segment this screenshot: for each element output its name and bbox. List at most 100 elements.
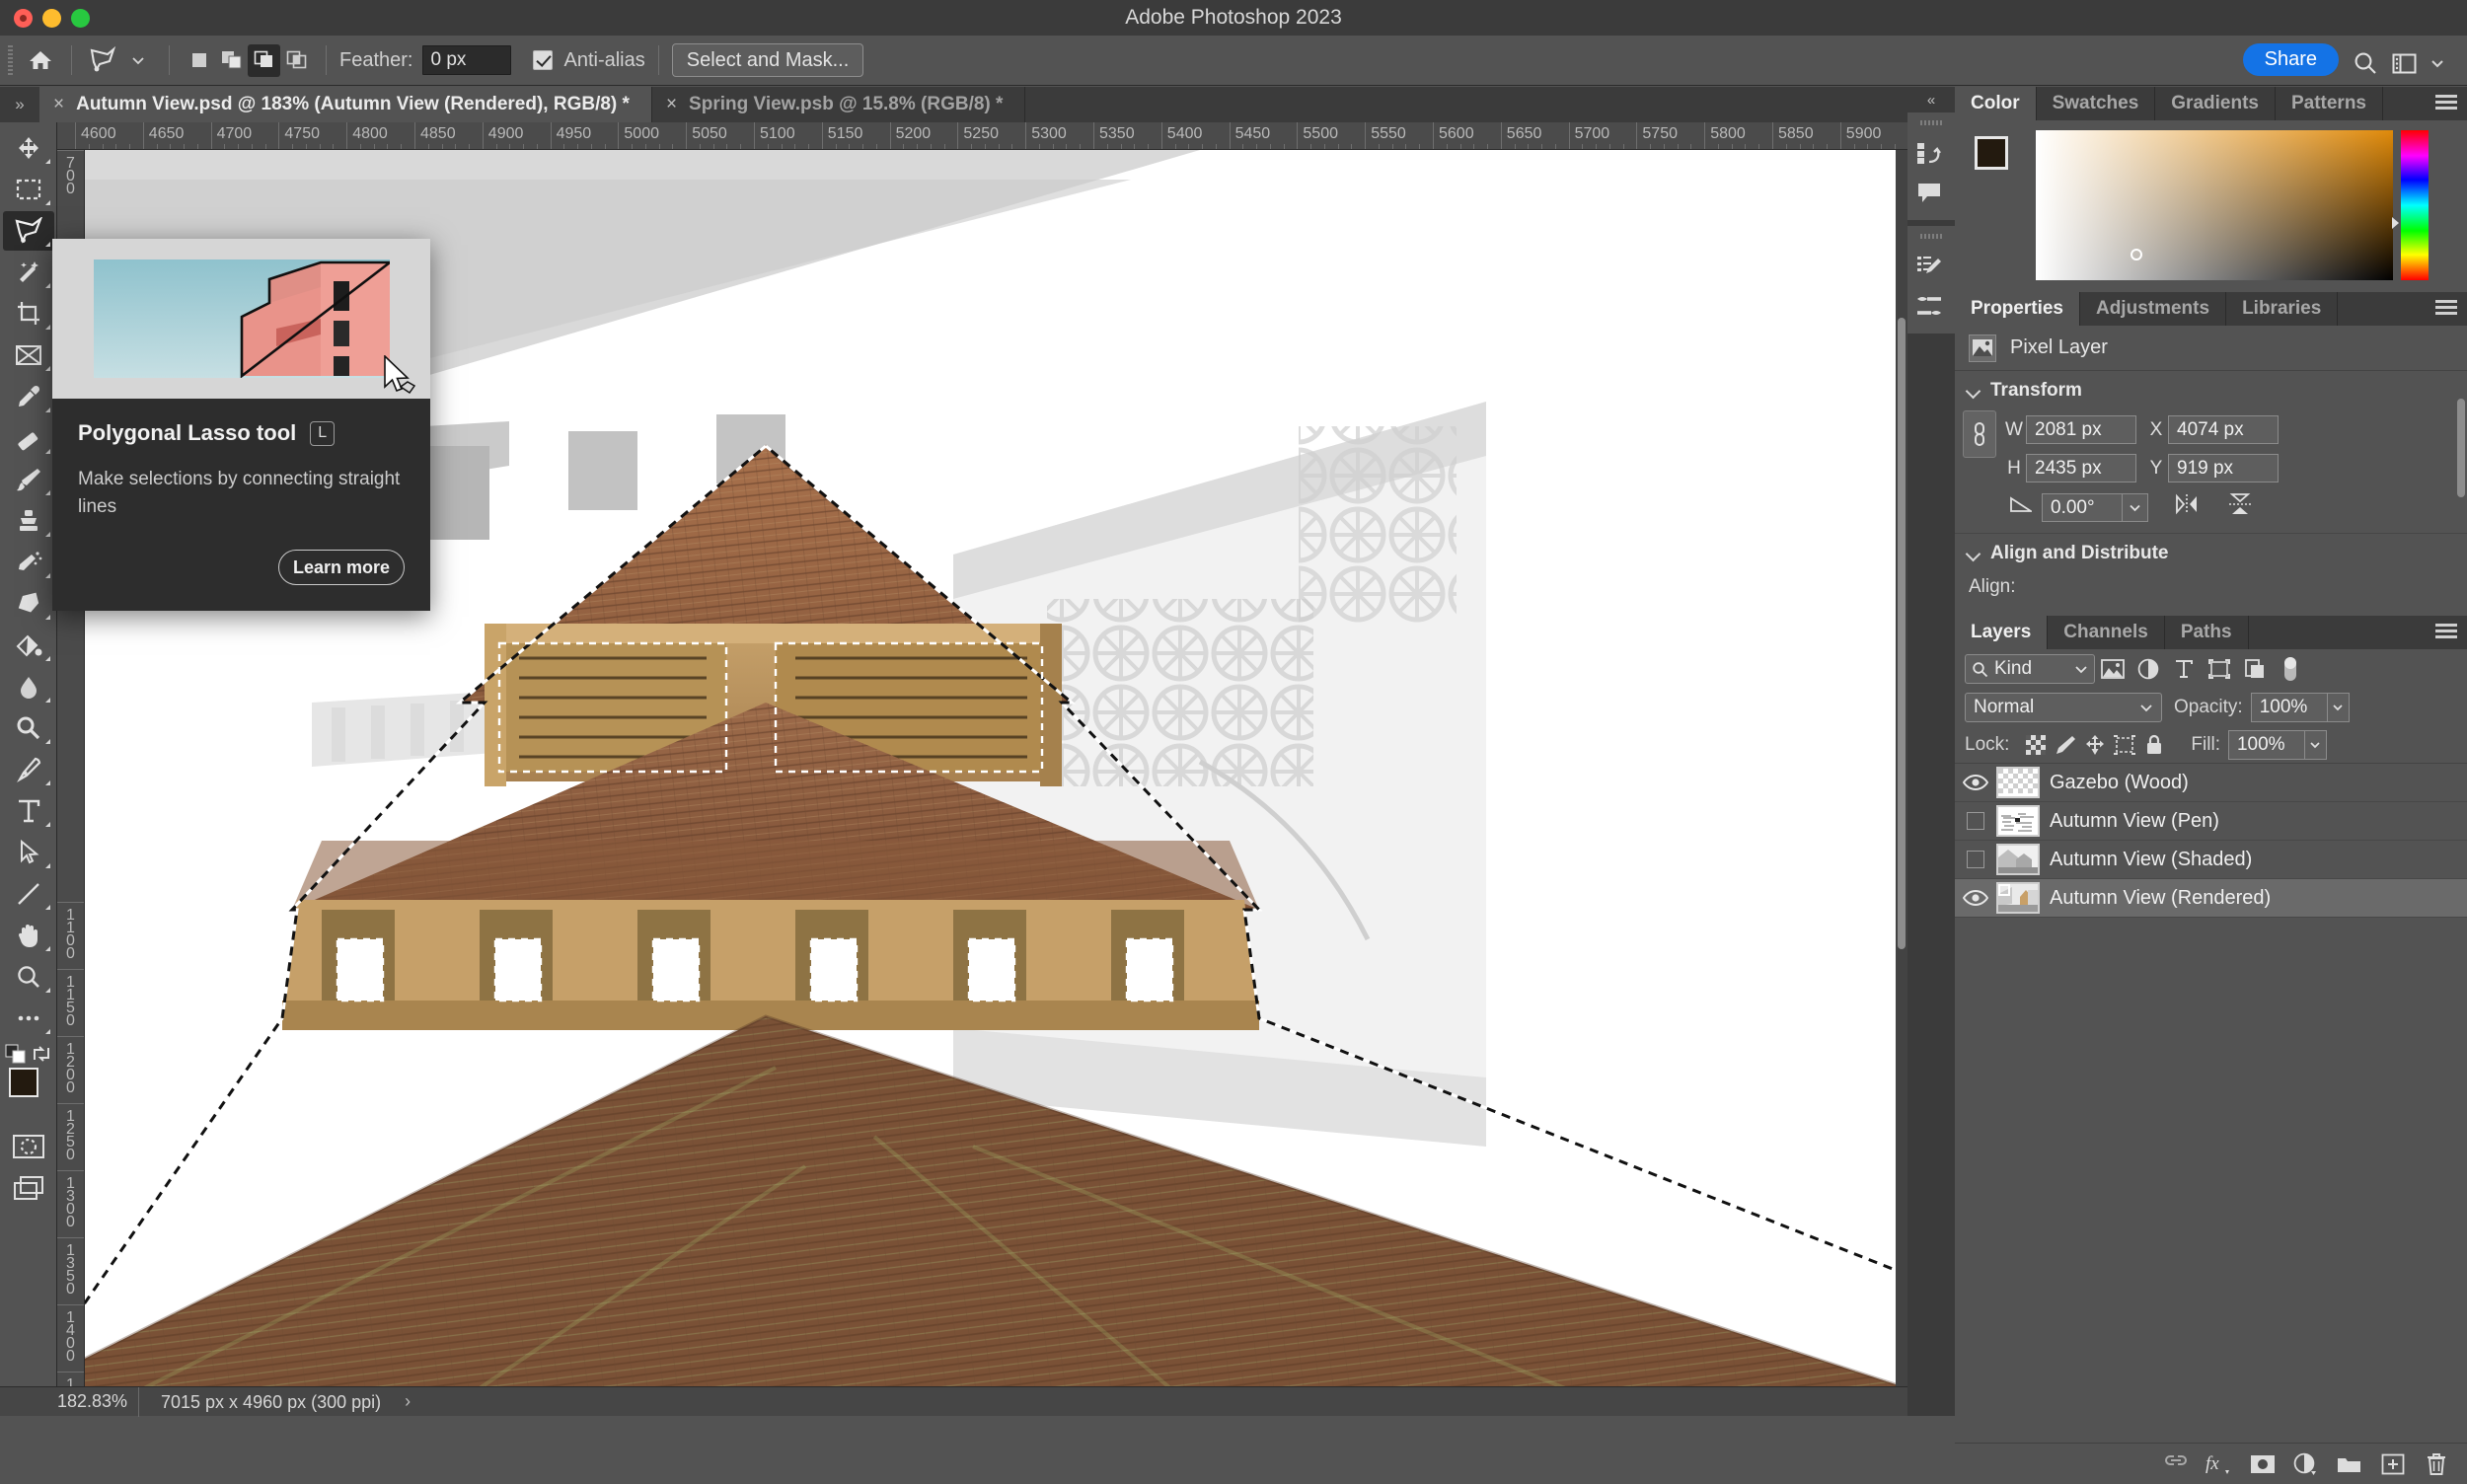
screen-mode-icon[interactable] (3, 1168, 54, 1208)
crop-tool[interactable] (3, 294, 54, 334)
workspace-switcher-icon[interactable] (2386, 45, 2422, 81)
zoom-level[interactable]: 182.83% (0, 1391, 138, 1412)
frame-tool[interactable] (3, 335, 54, 375)
blend-mode-select[interactable]: Normal (1965, 693, 2162, 722)
tab-layers[interactable]: Layers (1955, 616, 2048, 649)
intersect-with-selection-button[interactable] (280, 44, 313, 77)
layer-filter-kind-select[interactable]: Kind (1965, 654, 2095, 684)
link-layers-icon[interactable] (2159, 1447, 2193, 1481)
rail-grip[interactable] (1920, 120, 1942, 125)
color-panel-swatches[interactable] (1975, 136, 2030, 187)
edit-toolbar-tool[interactable] (3, 999, 54, 1038)
spot-healing-brush-tool[interactable] (3, 418, 54, 458)
line-tool[interactable] (3, 874, 54, 914)
tab-properties[interactable]: Properties (1955, 292, 2080, 326)
document-tab-autumn-view[interactable]: × Autumn View.psd @ 183% (Autumn View (R… (39, 87, 652, 122)
history-icon[interactable] (1907, 133, 1951, 173)
layer-visibility-toggle[interactable] (1955, 889, 1996, 907)
comments-icon[interactable] (1907, 173, 1951, 212)
object-selection-tool[interactable] (3, 253, 54, 292)
lock-transparency-icon[interactable] (2021, 727, 2051, 763)
tab-channels[interactable]: Channels (2048, 616, 2165, 649)
type-tool[interactable] (3, 791, 54, 831)
link-aspect-ratio-icon[interactable] (1963, 410, 1996, 458)
layer-row-autumn-view-rendered[interactable]: Autumn View (Rendered) (1955, 879, 2467, 918)
canvas-vertical-scrollbar[interactable] (1896, 150, 1907, 1416)
lock-image-icon[interactable] (2051, 727, 2080, 763)
search-icon[interactable] (2348, 45, 2383, 81)
swap-colors-icon[interactable] (31, 1044, 52, 1064)
path-selection-tool[interactable] (3, 833, 54, 872)
dodge-tool[interactable] (3, 708, 54, 748)
layer-thumbnail[interactable] (1996, 882, 2040, 914)
learn-more-button[interactable]: Learn more (278, 550, 405, 585)
delete-layer-icon[interactable] (2420, 1447, 2453, 1481)
tab-swatches[interactable]: Swatches (2037, 87, 2156, 120)
eyedropper-tool[interactable] (3, 377, 54, 416)
history-brush-tool[interactable] (3, 543, 54, 582)
chevron-down-icon[interactable] (2420, 45, 2455, 81)
foreground-color-swatch[interactable] (1975, 136, 2008, 170)
new-selection-button[interactable] (183, 44, 215, 77)
width-input[interactable]: 2081 px (2026, 415, 2136, 444)
layer-thumbnail[interactable] (1996, 767, 2040, 798)
layer-visibility-toggle[interactable] (1955, 812, 1996, 830)
new-fill-adjustment-icon[interactable] (2289, 1447, 2323, 1481)
filter-enable-toggle[interactable] (2273, 651, 2308, 687)
layer-thumbnail[interactable] (1996, 844, 2040, 875)
properties-scrollbar-thumb[interactable] (2457, 399, 2465, 497)
home-icon[interactable] (23, 42, 58, 78)
share-button[interactable]: Share (2243, 43, 2339, 76)
y-input[interactable]: 919 px (2168, 454, 2279, 482)
scrollbar-thumb[interactable] (1898, 318, 1906, 949)
hue-slider[interactable] (2401, 130, 2429, 280)
tab-color[interactable]: Color (1955, 87, 2037, 120)
add-to-selection-button[interactable] (215, 44, 248, 77)
color-picker-field[interactable] (2036, 130, 2393, 280)
foreground-color-swatch[interactable] (9, 1068, 38, 1097)
filter-pixel-icon[interactable] (2095, 651, 2131, 687)
pen-tool[interactable] (3, 750, 54, 789)
flip-vertical-icon[interactable] (2227, 492, 2253, 522)
color-picker-handle[interactable] (2131, 249, 2142, 260)
feather-input[interactable]: 0 px (422, 45, 511, 75)
filter-adjustment-icon[interactable] (2131, 651, 2166, 687)
angle-input[interactable]: 0.00° (2042, 493, 2123, 522)
polygonal-lasso-tool[interactable] (3, 211, 54, 251)
tab-patterns[interactable]: Patterns (2276, 87, 2383, 120)
move-tool[interactable] (3, 128, 54, 168)
lock-all-icon[interactable] (2139, 727, 2169, 763)
select-and-mask-button[interactable]: Select and Mask... (672, 43, 864, 77)
layer-style-fx-icon[interactable]: fx (2203, 1447, 2236, 1481)
panel-menu-icon[interactable] (2435, 95, 2457, 111)
subtract-from-selection-button[interactable] (248, 44, 280, 77)
horizontal-ruler[interactable]: 4600465047004750480048504900495050005050… (57, 122, 1907, 150)
tab-paths[interactable]: Paths (2165, 616, 2249, 649)
new-layer-icon[interactable] (2376, 1447, 2410, 1481)
filter-shape-icon[interactable] (2202, 651, 2237, 687)
x-input[interactable]: 4074 px (2168, 415, 2279, 444)
layer-row-autumn-view-shaded[interactable]: Autumn View (Shaded) (1955, 841, 2467, 879)
options-bar-grip[interactable] (8, 45, 13, 75)
hand-tool[interactable] (3, 916, 54, 955)
clone-stamp-tool[interactable] (3, 501, 54, 541)
status-expand-arrow-icon[interactable]: › (405, 1391, 411, 1412)
rail-grip[interactable] (1920, 234, 1942, 239)
angle-dropdown-chevron-icon[interactable] (2123, 493, 2148, 522)
brushes-icon[interactable] (1907, 286, 1951, 326)
collapse-panels-icon[interactable]: « (1907, 87, 1955, 112)
tool-preset-chevron-icon[interactable] (120, 42, 156, 78)
lock-artboard-icon[interactable] (2110, 727, 2139, 763)
polygonal-lasso-icon[interactable] (85, 42, 120, 78)
height-input[interactable]: 2435 px (2026, 454, 2136, 482)
foreground-background-color[interactable] (3, 1068, 54, 1117)
blur-tool[interactable] (3, 667, 54, 706)
chevron-down-icon[interactable] (2327, 694, 2349, 721)
opacity-input[interactable]: 100% (2251, 693, 2350, 722)
lock-position-icon[interactable] (2080, 727, 2110, 763)
chevron-down-icon[interactable] (2304, 731, 2326, 759)
panel-menu-icon[interactable] (2435, 624, 2457, 640)
layer-row-gazebo-wood[interactable]: Gazebo (Wood) (1955, 764, 2467, 802)
tab-gradients[interactable]: Gradients (2155, 87, 2276, 120)
layer-thumbnail[interactable] (1996, 805, 2040, 837)
